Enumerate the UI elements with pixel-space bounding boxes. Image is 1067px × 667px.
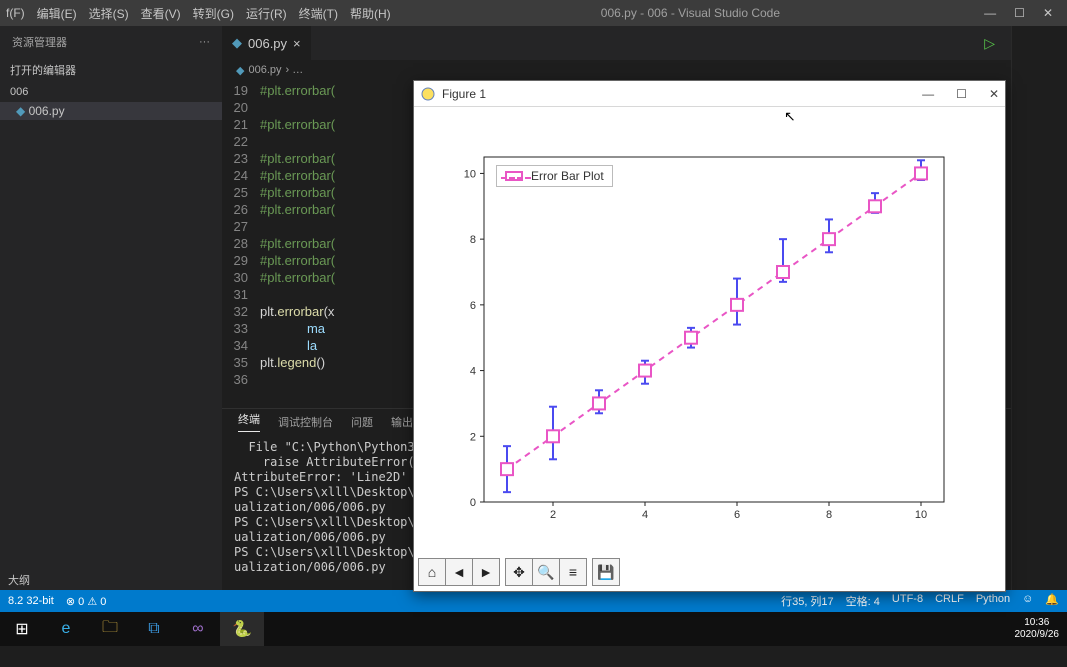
taskbar-fileexplorer[interactable]: 🗀: [88, 612, 132, 646]
breadcrumb[interactable]: ◆ 006.py › …: [222, 60, 1011, 80]
forward-icon[interactable]: ►: [472, 558, 500, 586]
status-language[interactable]: Python: [976, 593, 1010, 609]
status-feedback-icon[interactable]: ☺: [1022, 593, 1033, 609]
taskbar-clock[interactable]: 10:362020/9/26: [1015, 617, 1067, 641]
svg-text:6: 6: [470, 300, 476, 312]
fig-close-icon[interactable]: ✕: [989, 87, 999, 101]
legend-marker: [505, 171, 523, 181]
menu-select[interactable]: 选择(S): [83, 5, 135, 22]
minimize-icon[interactable]: ―: [984, 6, 996, 20]
svg-text:2: 2: [550, 509, 556, 521]
open-editors-header[interactable]: 打开的编辑器: [0, 58, 222, 82]
taskbar-start[interactable]: ⊞: [0, 612, 44, 646]
taskbar-edge[interactable]: e: [44, 612, 88, 646]
svg-text:6: 6: [734, 509, 740, 521]
back-icon[interactable]: ◄: [445, 558, 473, 586]
tab-label: 006.py: [248, 36, 287, 51]
status-eol[interactable]: CRLF: [935, 593, 964, 609]
menu-run[interactable]: 运行(R): [240, 5, 293, 22]
status-problems[interactable]: ⊗ 0 ⚠ 0: [66, 595, 106, 608]
svg-text:4: 4: [642, 509, 648, 521]
zoom-icon[interactable]: 🔍: [532, 558, 560, 586]
run-icon[interactable]: ▷: [984, 35, 995, 52]
status-cursor[interactable]: 行35, 列17: [781, 593, 834, 609]
svg-text:8: 8: [470, 234, 476, 246]
save-icon[interactable]: 💾: [592, 558, 620, 586]
configure-icon[interactable]: ≡: [559, 558, 587, 586]
svg-text:10: 10: [915, 509, 927, 521]
status-python-ver[interactable]: 8.2 32-bit: [8, 595, 54, 607]
title-bar: f(F) 编辑(E) 选择(S) 查看(V) 转到(G) 运行(R) 终端(T)…: [0, 0, 1067, 26]
taskbar-vscode[interactable]: ⧉: [132, 612, 176, 646]
taskbar-visualstudio[interactable]: ∞: [176, 612, 220, 646]
editor-tabs: ◆ 006.py × ▷: [222, 26, 1011, 60]
menu-terminal[interactable]: 终端(T): [293, 5, 344, 22]
legend-label: Error Bar Plot: [531, 169, 604, 183]
figure-titlebar[interactable]: Figure 1 ― ☐ ✕: [414, 81, 1005, 107]
status-bell-icon[interactable]: 🔔: [1045, 593, 1059, 609]
menu-goto[interactable]: 转到(G): [187, 5, 240, 22]
fig-maximize-icon[interactable]: ☐: [956, 87, 967, 101]
home-icon[interactable]: ⌂: [418, 558, 446, 586]
status-encoding[interactable]: UTF-8: [892, 593, 923, 609]
figure-title-text: Figure 1: [442, 87, 486, 101]
matplotlib-figure-window: Figure 1 ― ☐ ✕ 0 2 4 6 8 10 2 4 6 8 10 Error Bar P…: [413, 80, 1006, 592]
tab-close-icon[interactable]: ×: [293, 36, 301, 51]
maximize-icon[interactable]: ☐: [1014, 6, 1025, 20]
menu-view[interactable]: 查看(V): [135, 5, 187, 22]
figure-toolbar: ⌂ ◄ ► ✥ 🔍 ≡ 💾: [414, 553, 1005, 591]
panel-tab-problems[interactable]: 问题: [351, 414, 373, 430]
pan-icon[interactable]: ✥: [505, 558, 533, 586]
explorer-header: 资源管理器 ···: [0, 26, 222, 58]
menu-edit[interactable]: 编辑(E): [31, 5, 83, 22]
python-file-icon: ◆: [232, 35, 242, 51]
fig-minimize-icon[interactable]: ―: [922, 87, 934, 101]
figure-canvas: 0 2 4 6 8 10 2 4 6 8 10 Error Bar Plot: [414, 107, 1005, 553]
panel-tab-output[interactable]: 输出: [391, 414, 413, 430]
status-indent[interactable]: 空格: 4: [846, 593, 880, 609]
window-title: 006.py - 006 - Visual Studio Code: [397, 6, 985, 20]
close-icon[interactable]: ✕: [1043, 6, 1053, 20]
mouse-cursor: ↖: [784, 108, 796, 125]
windows-taskbar: ⊞ e 🗀 ⧉ ∞ 🐍 10:362020/9/26: [0, 612, 1067, 646]
file-item[interactable]: ◆ 006.py: [0, 102, 222, 120]
window-controls: ― ☐ ✕: [984, 6, 1067, 20]
figure-icon: [420, 86, 436, 102]
panel-tab-debugconsole[interactable]: 调试控制台: [278, 414, 333, 430]
taskbar-python[interactable]: 🐍: [220, 612, 264, 646]
minimap[interactable]: [1011, 26, 1067, 590]
explorer-title: 资源管理器: [12, 34, 67, 50]
panel-tab-terminal[interactable]: 终端: [238, 411, 260, 432]
svg-text:8: 8: [826, 509, 832, 521]
explorer-sidebar: 资源管理器 ··· 打开的编辑器 006 ◆ 006.py 大纲: [0, 26, 222, 590]
python-file-icon: ◆: [236, 64, 244, 77]
svg-text:0: 0: [470, 497, 476, 509]
outline-header[interactable]: 大纲: [0, 570, 222, 590]
status-bar: 8.2 32-bit ⊗ 0 ⚠ 0 行35, 列17 空格: 4 UTF-8 …: [0, 590, 1067, 612]
plot-legend: Error Bar Plot: [496, 165, 613, 187]
menu-help[interactable]: 帮助(H): [344, 5, 397, 22]
menu-file[interactable]: f(F): [0, 6, 31, 20]
svg-text:4: 4: [470, 366, 476, 378]
more-icon[interactable]: ···: [199, 36, 210, 48]
folder-header[interactable]: 006: [0, 82, 222, 102]
tab-006py[interactable]: ◆ 006.py ×: [222, 26, 311, 60]
svg-text:10: 10: [464, 168, 476, 180]
svg-text:2: 2: [470, 431, 476, 443]
